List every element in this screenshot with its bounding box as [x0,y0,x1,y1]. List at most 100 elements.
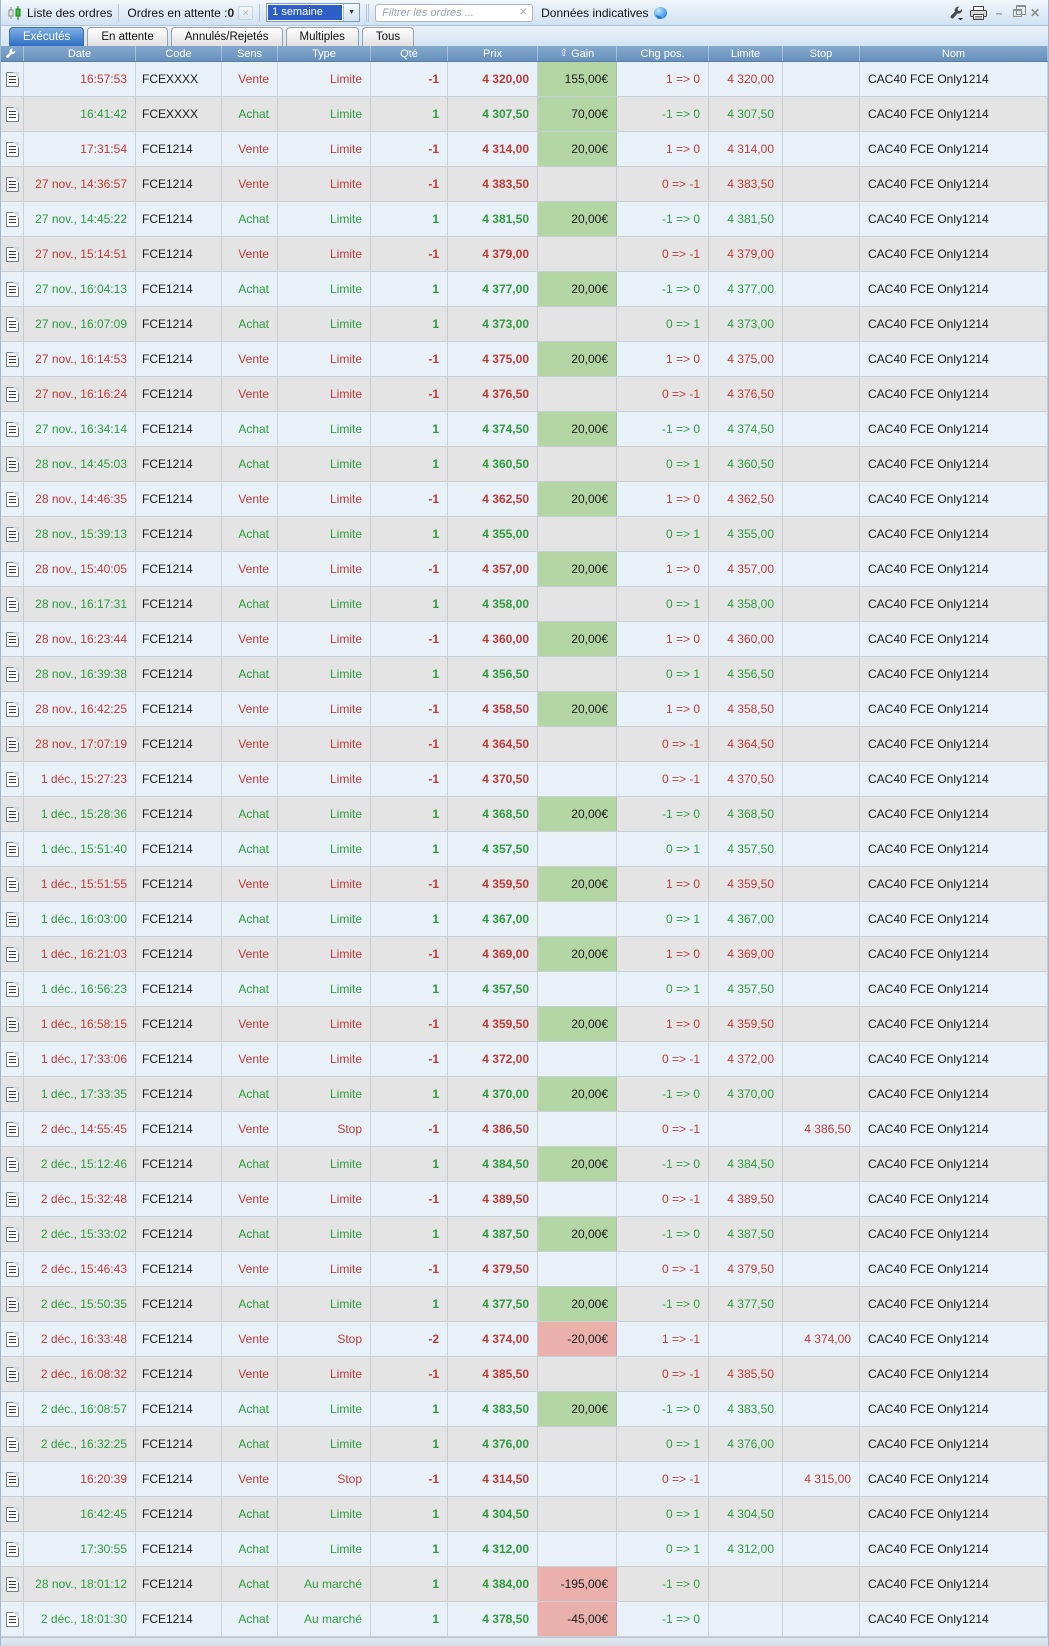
tab-en-attente[interactable]: En attente [87,27,167,46]
order-row[interactable]: 1 déc., 15:51:40FCE1214AchatLimite14 357… [1,832,1048,867]
col-header-type[interactable]: Type [278,46,371,61]
order-document-icon[interactable] [6,1612,19,1627]
order-row[interactable]: 28 nov., 15:40:05FCE1214VenteLimite-14 3… [1,552,1048,587]
col-header-sens[interactable]: Sens [222,46,278,61]
order-document-icon[interactable] [6,877,19,892]
order-row[interactable]: 1 déc., 17:33:35FCE1214AchatLimite14 370… [1,1077,1048,1112]
order-document-icon[interactable] [6,1227,19,1242]
order-row[interactable]: 28 nov., 15:39:13FCE1214AchatLimite14 35… [1,517,1048,552]
order-document-icon[interactable] [6,1332,19,1347]
order-row[interactable]: 28 nov., 14:46:35FCE1214VenteLimite-14 3… [1,482,1048,517]
order-row[interactable]: 28 nov., 16:42:25FCE1214VenteLimite-14 3… [1,692,1048,727]
order-document-icon[interactable] [6,807,19,822]
order-row[interactable]: 1 déc., 15:51:55FCE1214VenteLimite-14 35… [1,867,1048,902]
order-document-icon[interactable] [6,142,19,157]
col-header-limite[interactable]: Limite [709,46,783,61]
order-document-icon[interactable] [6,912,19,927]
order-document-icon[interactable] [6,1507,19,1522]
order-document-icon[interactable] [6,72,19,87]
order-document-icon[interactable] [6,1052,19,1067]
col-header-gain[interactable]: ⇧ Gain [538,46,617,61]
order-document-icon[interactable] [6,457,19,472]
order-row[interactable]: 28 nov., 18:01:12FCE1214AchatAu marché14… [1,1567,1048,1602]
order-row[interactable]: 27 nov., 15:14:51FCE1214VenteLimite-14 3… [1,237,1048,272]
order-document-icon[interactable] [6,422,19,437]
order-row[interactable]: 2 déc., 16:32:25FCE1214AchatLimite14 376… [1,1427,1048,1462]
filter-input[interactable] [375,4,533,22]
order-row[interactable]: 2 déc., 15:33:02FCE1214AchatLimite14 387… [1,1217,1048,1252]
order-document-icon[interactable] [6,1367,19,1382]
period-select[interactable]: 1 semaine ▼ [266,3,360,22]
col-header-qte[interactable]: Qté [371,46,448,61]
order-row[interactable]: 2 déc., 14:55:45FCE1214VenteStop-14 386,… [1,1112,1048,1147]
order-document-icon[interactable] [6,737,19,752]
order-document-icon[interactable] [6,1157,19,1172]
order-row[interactable]: 27 nov., 16:07:09FCE1214AchatLimite14 37… [1,307,1048,342]
order-document-icon[interactable] [6,282,19,297]
order-document-icon[interactable] [6,842,19,857]
order-document-icon[interactable] [6,352,19,367]
order-row[interactable]: 2 déc., 15:50:35FCE1214AchatLimite14 377… [1,1287,1048,1322]
order-row[interactable]: 17:31:54FCE1214VenteLimite-14 314,0020,0… [1,132,1048,167]
order-document-icon[interactable] [6,1402,19,1417]
order-document-icon[interactable] [6,212,19,227]
order-document-icon[interactable] [6,387,19,402]
col-header-code[interactable]: Code [136,46,222,61]
order-row[interactable]: 1 déc., 16:21:03FCE1214VenteLimite-14 36… [1,937,1048,972]
order-document-icon[interactable] [6,947,19,962]
order-document-icon[interactable] [6,1577,19,1592]
order-row[interactable]: 27 nov., 14:45:22FCE1214AchatLimite14 38… [1,202,1048,237]
col-header-stop[interactable]: Stop [783,46,860,61]
order-document-icon[interactable] [6,1192,19,1207]
chevron-down-icon[interactable]: ▼ [343,4,359,21]
order-row[interactable]: 28 nov., 14:45:03FCE1214AchatLimite14 36… [1,447,1048,482]
order-row[interactable]: 27 nov., 16:34:14FCE1214AchatLimite14 37… [1,412,1048,447]
order-row[interactable]: 2 déc., 15:32:48FCE1214VenteLimite-14 38… [1,1182,1048,1217]
order-row[interactable]: 1 déc., 16:58:15FCE1214VenteLimite-14 35… [1,1007,1048,1042]
order-row[interactable]: 1 déc., 15:27:23FCE1214VenteLimite-14 37… [1,762,1048,797]
order-document-icon[interactable] [6,1437,19,1452]
order-document-icon[interactable] [6,1472,19,1487]
order-row[interactable]: 1 déc., 16:03:00FCE1214AchatLimite14 367… [1,902,1048,937]
wrench-dropdown-icon[interactable] [949,6,964,20]
order-row[interactable]: 2 déc., 16:08:57FCE1214AchatLimite14 383… [1,1392,1048,1427]
order-document-icon[interactable] [6,247,19,262]
tab-annules-rejetes[interactable]: Annulés/Rejetés [171,27,283,46]
printer-icon[interactable] [970,6,987,20]
order-document-icon[interactable] [6,632,19,647]
order-row[interactable]: 2 déc., 16:33:48FCE1214VenteStop-24 374,… [1,1322,1048,1357]
order-row[interactable]: 28 nov., 16:23:44FCE1214VenteLimite-14 3… [1,622,1048,657]
order-row[interactable]: 16:20:39FCE1214VenteStop-14 314,500 => -… [1,1462,1048,1497]
order-row[interactable]: 28 nov., 17:07:19FCE1214VenteLimite-14 3… [1,727,1048,762]
order-document-icon[interactable] [6,982,19,997]
col-header-nom[interactable]: Nom [860,46,1048,61]
order-row[interactable]: 2 déc., 15:46:43FCE1214VenteLimite-14 37… [1,1252,1048,1287]
order-row[interactable]: 17:30:55FCE1214AchatLimite14 312,000 => … [1,1532,1048,1567]
clear-filter-icon[interactable]: ✕ [517,7,529,19]
order-document-icon[interactable] [6,1262,19,1277]
order-document-icon[interactable] [6,1087,19,1102]
order-document-icon[interactable] [6,562,19,577]
order-row[interactable]: 27 nov., 16:04:13FCE1214AchatLimite14 37… [1,272,1048,307]
order-row[interactable]: 27 nov., 14:36:57FCE1214VenteLimite-14 3… [1,167,1048,202]
order-document-icon[interactable] [6,1297,19,1312]
order-document-icon[interactable] [6,1122,19,1137]
order-document-icon[interactable] [6,1542,19,1557]
restore-icon[interactable] [1010,6,1024,20]
tab-executes[interactable]: Exécutés [9,27,84,46]
col-header-date[interactable]: Date [24,46,136,61]
order-row[interactable]: 2 déc., 16:08:32FCE1214VenteLimite-14 38… [1,1357,1048,1392]
order-document-icon[interactable] [6,492,19,507]
order-document-icon[interactable] [6,527,19,542]
order-row[interactable]: 16:42:45FCE1214AchatLimite14 304,500 => … [1,1497,1048,1532]
order-row[interactable]: 27 nov., 16:16:24FCE1214VenteLimite-14 3… [1,377,1048,412]
close-icon[interactable]: ✕ [1028,6,1042,20]
order-row[interactable]: 2 déc., 15:12:46FCE1214AchatLimite14 384… [1,1147,1048,1182]
order-row[interactable]: 1 déc., 17:33:06FCE1214VenteLimite-14 37… [1,1042,1048,1077]
order-row[interactable]: 16:41:42FCEXXXXAchatLimite14 307,5070,00… [1,97,1048,132]
order-row[interactable]: 28 nov., 16:17:31FCE1214AchatLimite14 35… [1,587,1048,622]
col-header-chg-pos[interactable]: Chg pos. [617,46,709,61]
order-document-icon[interactable] [6,772,19,787]
tab-multiples[interactable]: Multiples [286,27,359,46]
tab-tous[interactable]: Tous [362,27,414,46]
